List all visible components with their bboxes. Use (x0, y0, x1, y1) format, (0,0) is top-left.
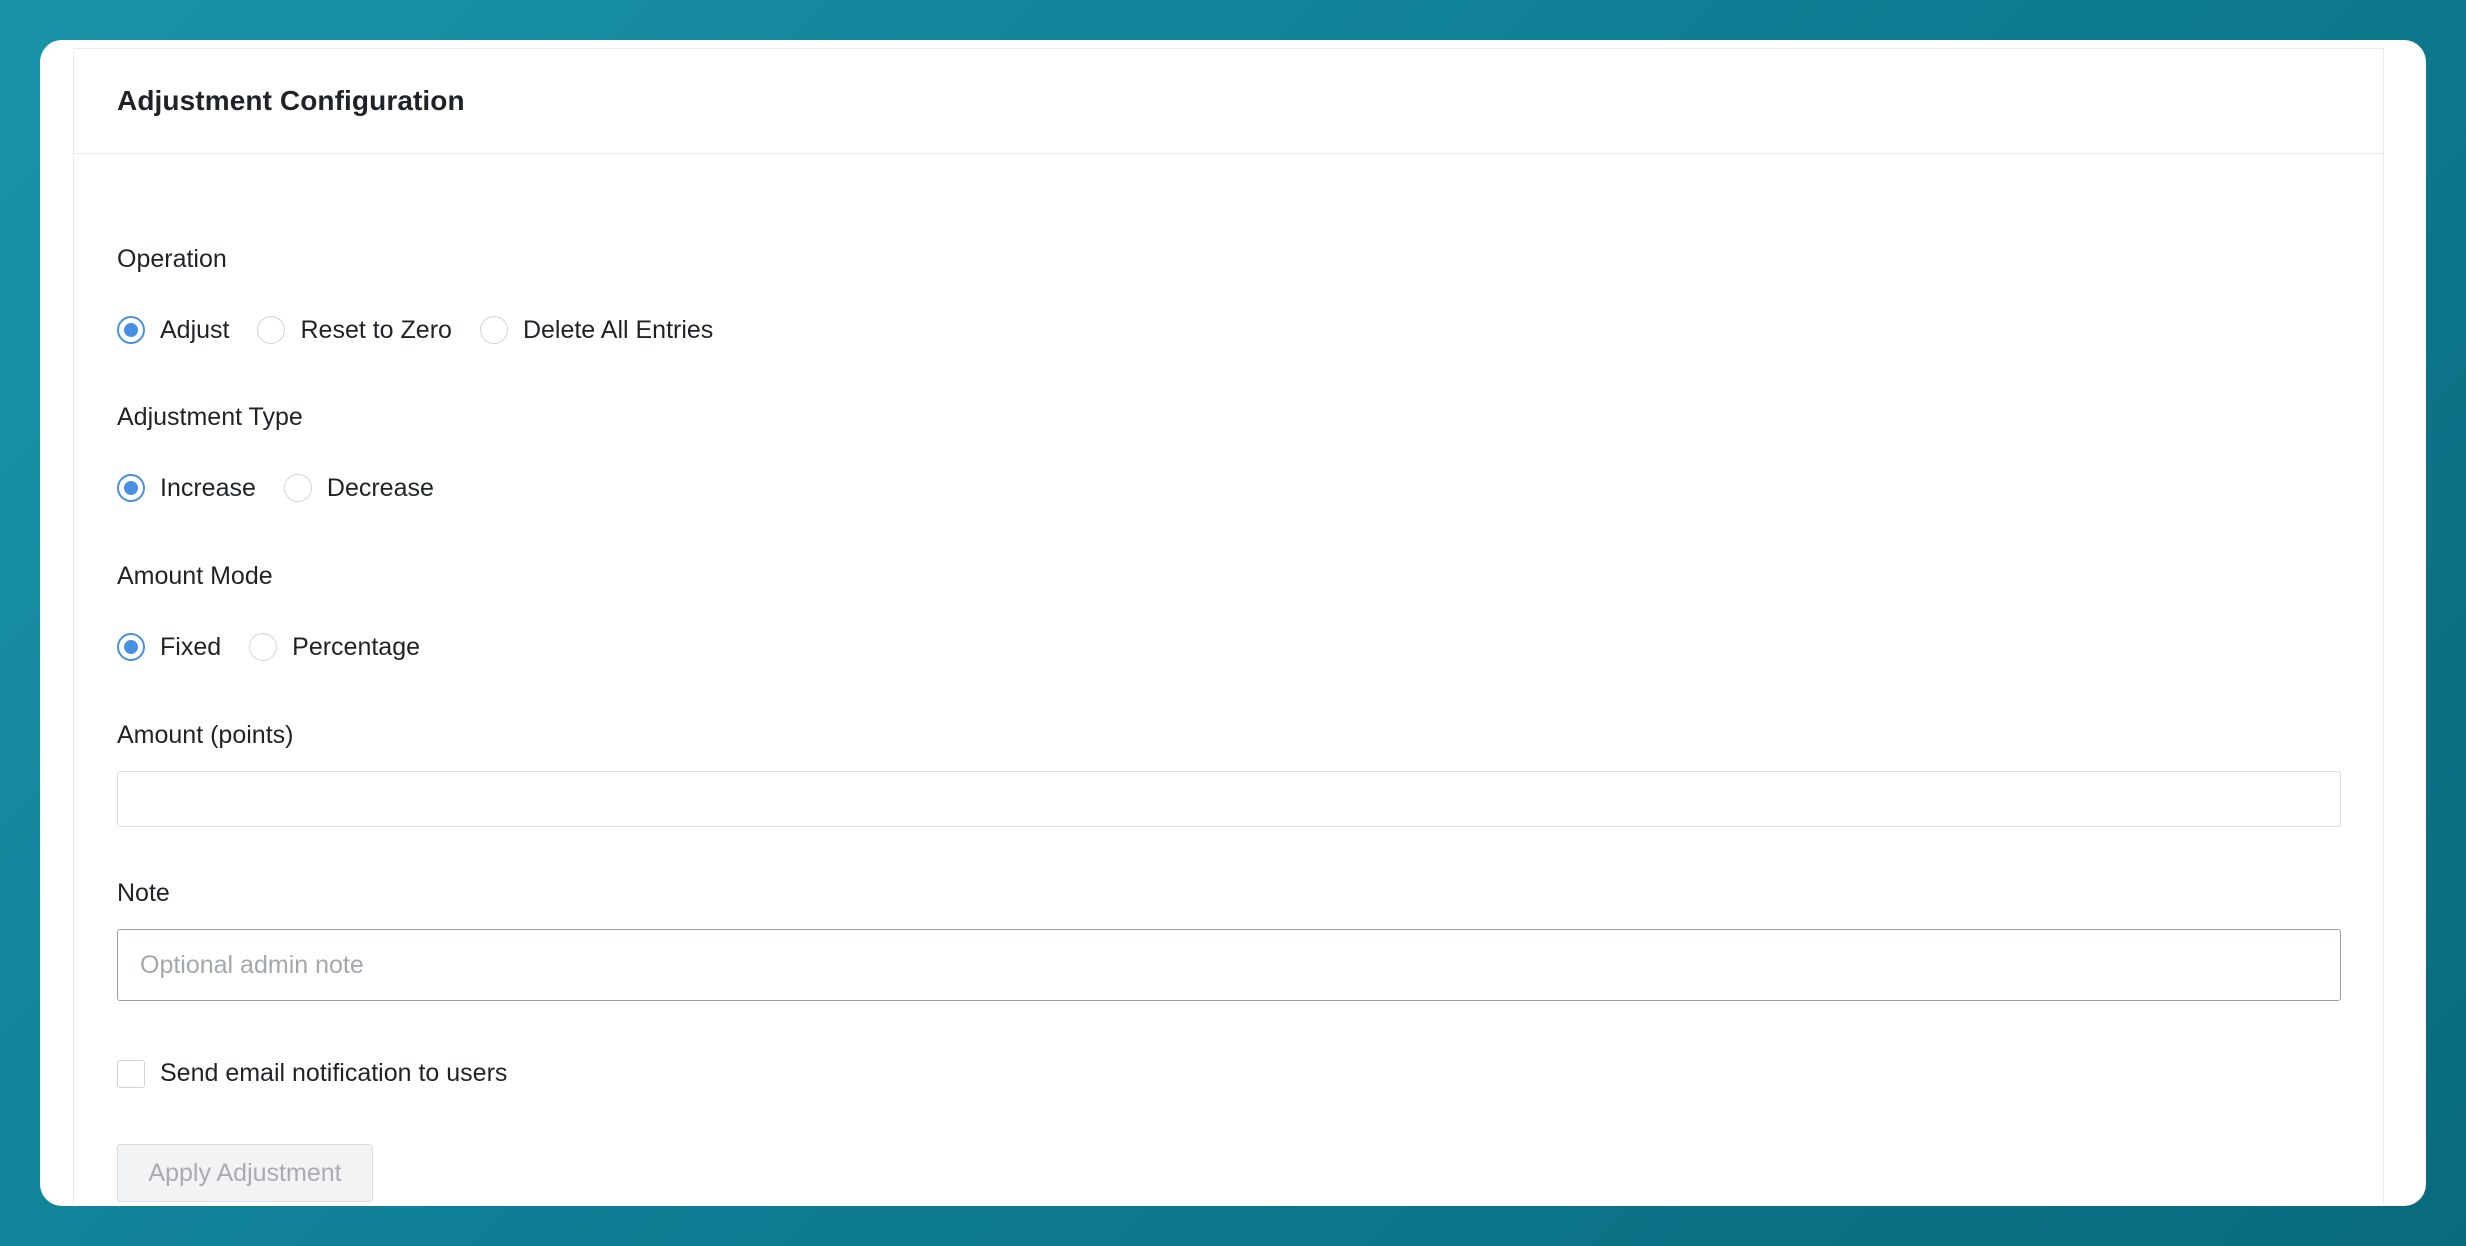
adjustment-type-option-increase[interactable]: Increase (117, 474, 256, 503)
apply-adjustment-button[interactable]: Apply Adjustment (117, 1144, 373, 1202)
operation-option-reset-to-zero[interactable]: Reset to Zero (257, 315, 452, 345)
radio-checked-icon[interactable] (117, 316, 145, 344)
operation-label: Operation (117, 245, 227, 273)
radio-unchecked-icon[interactable] (479, 316, 508, 344)
radio-label: Percentage (292, 632, 421, 661)
amount-mode-option-percentage[interactable]: Percentage (249, 633, 420, 662)
radio-dot (124, 323, 138, 337)
radio-dot (124, 481, 138, 495)
amount-mode-radio-group: Fixed Percentage (117, 630, 448, 664)
amount-mode-label: Amount Mode (117, 562, 273, 590)
note-label: Note (117, 879, 170, 907)
card-title: Adjustment Configuration (117, 85, 465, 116)
card-header: Adjustment Configuration (74, 49, 2383, 154)
operation-option-adjust[interactable]: Adjust (117, 316, 229, 345)
radio-label: Delete All Entries (522, 315, 714, 344)
operation-option-delete-all-entries[interactable]: Delete All Entries (479, 315, 714, 345)
radio-unchecked-icon[interactable] (249, 633, 278, 661)
adjustment-type-radio-group: Increase Decrease (117, 471, 462, 505)
email-notification-checkbox[interactable] (117, 1059, 145, 1088)
radio-unchecked-icon[interactable] (257, 316, 286, 344)
note-input[interactable] (117, 929, 2341, 1001)
amount-label: Amount (points) (117, 721, 294, 749)
operation-radio-group: Adjust Reset to Zero Delete All Entries (117, 313, 741, 347)
radio-unchecked-icon[interactable] (283, 474, 312, 502)
radio-checked-icon[interactable] (117, 633, 145, 661)
radio-checked-icon[interactable] (117, 474, 145, 502)
radio-label: Increase (160, 473, 256, 502)
radio-label: Adjust (160, 315, 230, 344)
email-notification-label: Send email notification to users (160, 1059, 508, 1087)
email-notification-checkbox-row[interactable]: Send email notification to users (117, 1059, 507, 1088)
amount-mode-option-fixed[interactable]: Fixed (117, 633, 221, 662)
radio-label: Fixed (160, 632, 222, 661)
adjustment-type-option-decrease[interactable]: Decrease (283, 473, 434, 503)
adjustment-configuration-card: Adjustment Configuration Operation Adjus… (73, 48, 2384, 1206)
main-window: Adjustment Configuration Operation Adjus… (40, 40, 2426, 1206)
radio-label: Reset to Zero (300, 315, 452, 344)
adjustment-type-label: Adjustment Type (117, 403, 303, 431)
amount-input[interactable] (117, 771, 2341, 827)
radio-dot (124, 640, 138, 654)
radio-label: Decrease (326, 473, 434, 502)
